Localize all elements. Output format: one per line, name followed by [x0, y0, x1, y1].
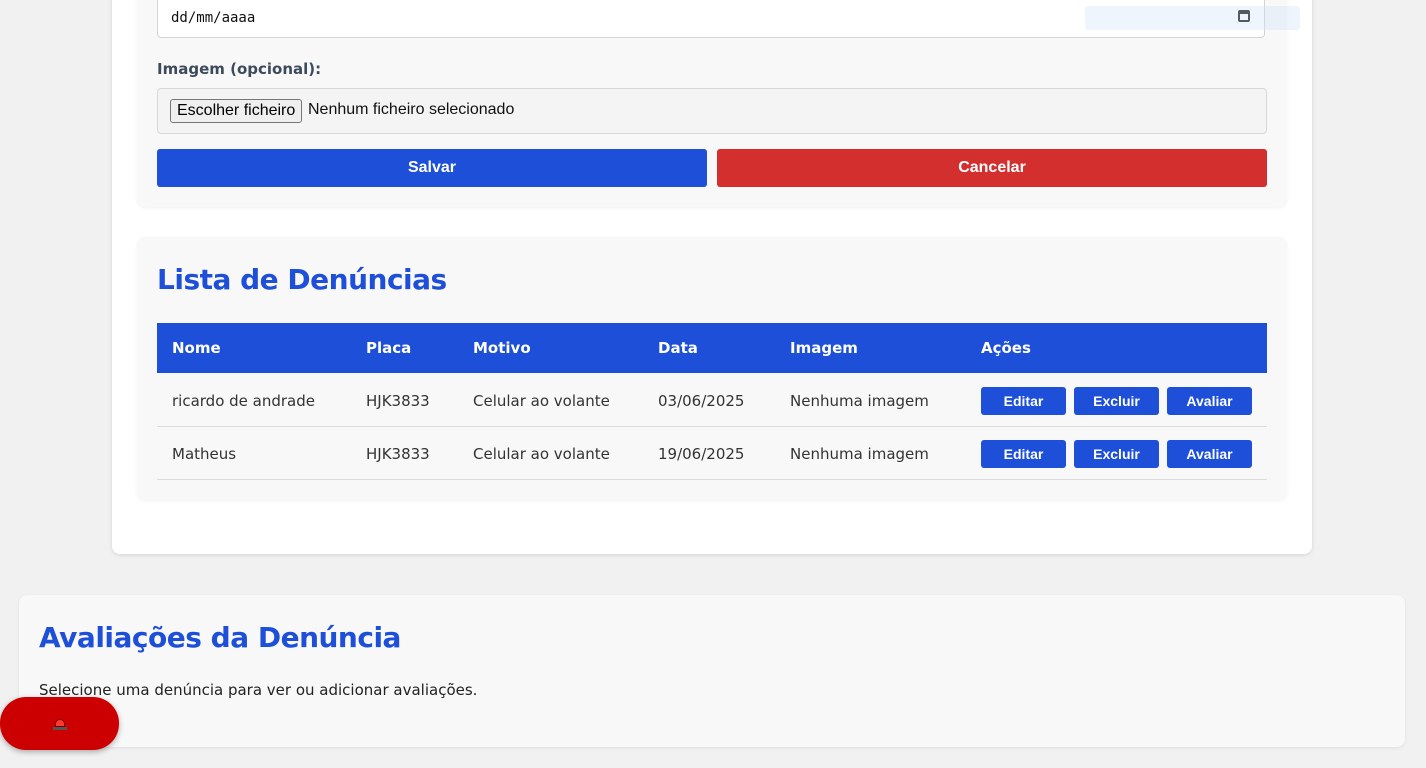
delete-button[interactable]: Excluir [1074, 387, 1159, 415]
siren-icon [52, 718, 67, 730]
evaluations-card [19, 595, 1405, 747]
table-row: ricardo de andrade HJK3833 Celular ao vo… [157, 374, 1267, 427]
cell-motivo: Celular ao volante [473, 392, 610, 410]
cell-motivo: Celular ao volante [473, 445, 610, 463]
cell-imagem: Nenhuma imagem [790, 392, 929, 410]
column-header-motivo: Motivo [473, 339, 531, 357]
evaluations-hint: Selecione uma denúncia para ver ou adici… [39, 681, 478, 699]
overlay-toolbar [1085, 6, 1300, 30]
image-label: Imagem (opcional): [157, 60, 322, 78]
edit-button[interactable]: Editar [981, 440, 1066, 468]
image-file-input[interactable]: Escolher ficheiro Nenhum ficheiro seleci… [157, 88, 1267, 134]
rate-button[interactable]: Avaliar [1167, 387, 1252, 415]
cell-placa: HJK3833 [366, 392, 430, 410]
rate-button[interactable]: Avaliar [1167, 440, 1252, 468]
cancel-button[interactable]: Cancelar [717, 149, 1267, 187]
file-status-text: Nenhum ficheiro selecionado [308, 101, 515, 118]
cell-data: 03/06/2025 [658, 392, 745, 410]
table-row: Matheus HJK3833 Celular ao volante 19/06… [157, 427, 1267, 480]
list-title: Lista de Denúncias [157, 263, 447, 296]
edit-button[interactable]: Editar [981, 387, 1066, 415]
column-header-nome: Nome [172, 339, 221, 357]
save-button[interactable]: Salvar [157, 149, 707, 187]
column-header-placa: Placa [366, 339, 412, 357]
date-placeholder: dd/mm/aaaa [171, 10, 256, 26]
column-header-acoes: Ações [981, 339, 1031, 357]
emergency-alert-button[interactable] [0, 697, 119, 750]
column-header-imagem: Imagem [790, 339, 858, 357]
cell-placa: HJK3833 [366, 445, 430, 463]
column-header-data: Data [658, 339, 698, 357]
cell-nome: ricardo de andrade [172, 392, 315, 410]
cell-imagem: Nenhuma imagem [790, 445, 929, 463]
choose-file-button[interactable]: Escolher ficheiro [170, 99, 303, 123]
evaluations-title: Avaliações da Denúncia [39, 621, 401, 654]
cell-nome: Matheus [172, 445, 237, 463]
cell-data: 19/06/2025 [658, 445, 745, 463]
table-header: Nome Placa Motivo Data Imagem Ações [157, 323, 1267, 373]
delete-button[interactable]: Excluir [1074, 440, 1159, 468]
